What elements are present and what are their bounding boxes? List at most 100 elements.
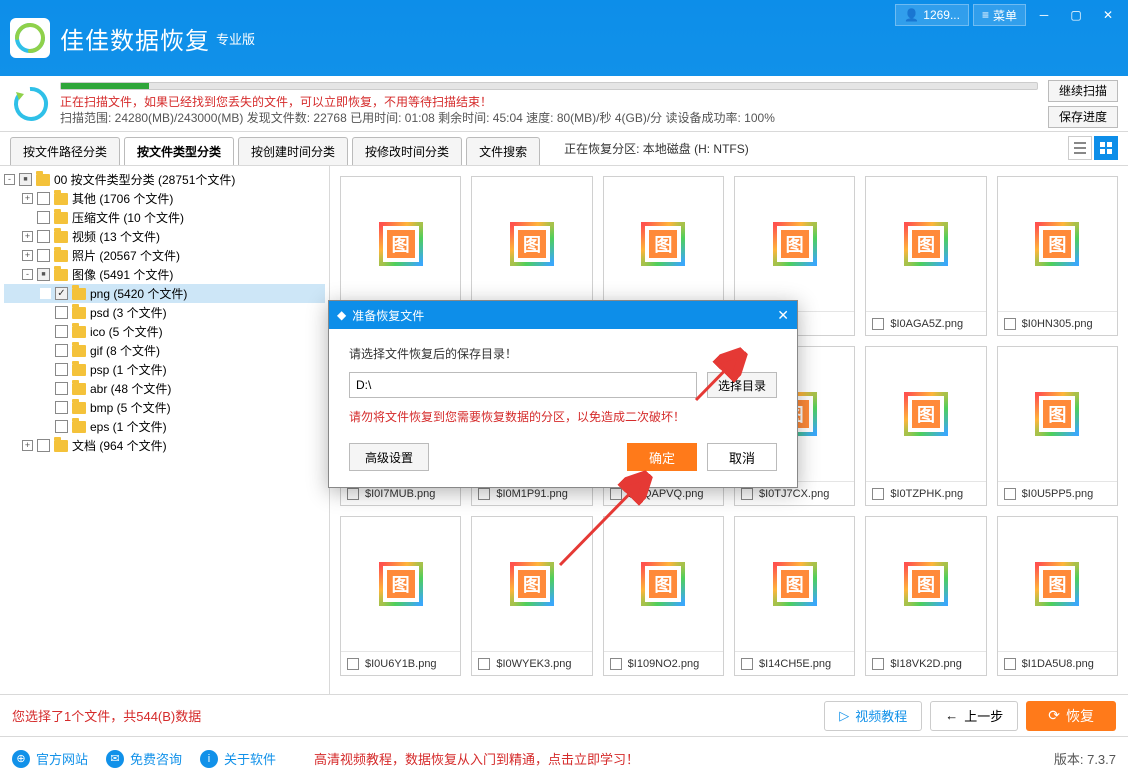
- dialog-close-button[interactable]: ✕: [777, 307, 789, 324]
- globe-icon: ⊕: [12, 750, 30, 768]
- thumbnail-item[interactable]: 图 $I0U5PP5.png: [997, 346, 1118, 506]
- minimize-button[interactable]: ─: [1030, 4, 1058, 26]
- thumbnail-checkbox[interactable]: [872, 318, 884, 330]
- thumbnail-filename: $I0M1P91.png: [496, 488, 568, 500]
- tree-item-archive[interactable]: 压缩文件 (10 个文件): [4, 208, 325, 227]
- scan-message: 正在扫描文件，如果已经找到您丢失的文件，可以立即恢复，不用等待扫描结束！: [60, 94, 1038, 110]
- thumbnail-image: 图: [998, 177, 1117, 311]
- menu-icon: ≡: [982, 8, 989, 22]
- tree-item-photo[interactable]: +照片 (20567 个文件): [4, 246, 325, 265]
- thumbnail-item[interactable]: 图 $I0WYEK3.png: [471, 516, 592, 676]
- tab-type[interactable]: 按文件类型分类: [124, 137, 234, 165]
- tree-item-image[interactable]: -图像 (5491 个文件): [4, 265, 325, 284]
- menu-button[interactable]: ≡菜单: [973, 4, 1026, 26]
- thumbnail-checkbox[interactable]: [478, 488, 490, 500]
- browse-button[interactable]: 选择目录: [707, 372, 777, 398]
- close-button[interactable]: ✕: [1094, 4, 1122, 26]
- thumbnail-item[interactable]: 图 $I1DA5U8.png: [997, 516, 1118, 676]
- tree-item-eps[interactable]: eps (1 个文件): [4, 417, 325, 436]
- tree-item-png[interactable]: png (5420 个文件): [4, 284, 325, 303]
- grid-view-button[interactable]: [1094, 136, 1118, 160]
- cancel-button[interactable]: 取消: [707, 443, 777, 471]
- thumbnail-image: 图: [341, 177, 460, 311]
- tree-item-bmp[interactable]: bmp (5 个文件): [4, 398, 325, 417]
- tab-modified[interactable]: 按修改时间分类: [352, 137, 462, 165]
- app-name: 佳佳数据恢复: [60, 21, 210, 56]
- tree-item-gif[interactable]: gif (8 个文件): [4, 341, 325, 360]
- thumbnail-checkbox[interactable]: [610, 658, 622, 670]
- tree-pane[interactable]: -00 按文件类型分类 (28751个文件) +其他 (1706 个文件) 压缩…: [0, 166, 330, 694]
- link-bar: ⊕官方网站 ✉免费咨询 i关于软件 高清视频教程，数据恢复从入门到精通，点击立即…: [0, 736, 1128, 780]
- thumbnail-filename: $I0WYEK3.png: [496, 658, 571, 670]
- maximize-button[interactable]: ▢: [1062, 4, 1090, 26]
- thumbnail-filename: $I0I7MUB.png: [365, 488, 435, 500]
- prev-step-button[interactable]: ←上一步: [930, 701, 1018, 731]
- tree-item-video[interactable]: +视频 (13 个文件): [4, 227, 325, 246]
- app-logo: [10, 18, 50, 58]
- thumbnail-item[interactable]: 图 $I0AGA5Z.png: [865, 176, 986, 336]
- thumbnail-image: 图: [604, 177, 723, 311]
- tree-item-doc[interactable]: +文档 (964 个文件): [4, 436, 325, 455]
- scan-stats: 扫描范围: 24280(MB)/243000(MB) 发现文件数: 22768 …: [60, 110, 1038, 126]
- tree-root[interactable]: -00 按文件类型分类 (28751个文件): [4, 170, 325, 189]
- video-tutorial-button[interactable]: ▷视频教程: [824, 701, 922, 731]
- thumbnail-item[interactable]: 图 $I0TZPHK.png: [865, 346, 986, 506]
- tree-item-ico[interactable]: ico (5 个文件): [4, 322, 325, 341]
- tab-search[interactable]: 文件搜索: [466, 137, 540, 165]
- ok-button[interactable]: 确定: [627, 443, 697, 471]
- thumbnail-item[interactable]: 图 $I109NO2.png: [603, 516, 724, 676]
- selection-summary: 您选择了1个文件，共544(B)数据: [12, 706, 201, 725]
- thumbnail-checkbox[interactable]: [1004, 318, 1016, 330]
- promo-text[interactable]: 高清视频教程，数据恢复从入门到精通，点击立即学习！: [314, 749, 639, 768]
- thumbnail-item[interactable]: 图 $I0U6Y1B.png: [340, 516, 461, 676]
- save-progress-button[interactable]: 保存进度: [1048, 106, 1118, 128]
- thumbnail-image: 图: [866, 347, 985, 481]
- tab-created[interactable]: 按创建时间分类: [238, 137, 348, 165]
- thumbnail-checkbox[interactable]: [478, 658, 490, 670]
- thumbnail-item[interactable]: 图 $I18VK2D.png: [865, 516, 986, 676]
- tree-item-psp[interactable]: psp (1 个文件): [4, 360, 325, 379]
- thumbnail-image: 图: [472, 177, 591, 311]
- list-view-button[interactable]: [1068, 136, 1092, 160]
- thumbnail-checkbox[interactable]: [1004, 658, 1016, 670]
- dialog-prompt: 请选择文件恢复后的保存目录！: [349, 345, 777, 362]
- save-path-input[interactable]: [349, 372, 697, 398]
- save-path-dialog: ◆ 准备恢复文件 ✕ 请选择文件恢复后的保存目录！ 选择目录 请勿将文件恢复到您…: [328, 300, 798, 488]
- tree-item-abr[interactable]: abr (48 个文件): [4, 379, 325, 398]
- thumbnail-checkbox[interactable]: [347, 658, 359, 670]
- official-site-link[interactable]: ⊕官方网站: [12, 749, 88, 768]
- about-link[interactable]: i关于软件: [200, 749, 276, 768]
- thumbnail-checkbox[interactable]: [347, 488, 359, 500]
- thumbnail-item[interactable]: 图 $I0HN305.png: [997, 176, 1118, 336]
- thumbnail-checkbox[interactable]: [872, 658, 884, 670]
- user-button[interactable]: 👤1269...: [895, 4, 969, 26]
- progress-panel: 正在扫描文件，如果已经找到您丢失的文件，可以立即恢复，不用等待扫描结束！ 扫描范…: [0, 76, 1128, 132]
- user-icon: 👤: [904, 8, 919, 22]
- thumbnail-filename: $I0AGA5Z.png: [890, 318, 963, 330]
- free-consult-link[interactable]: ✉免费咨询: [106, 749, 182, 768]
- thumbnail-filename: $I18VK2D.png: [890, 658, 962, 670]
- thumbnail-checkbox[interactable]: [741, 658, 753, 670]
- title-bar: 佳佳数据恢复 专业版 👤1269... ≡菜单 ─ ▢ ✕: [0, 0, 1128, 76]
- thumbnail-filename: $I14CH5E.png: [759, 658, 831, 670]
- play-icon: ▷: [839, 708, 849, 724]
- thumbnail-checkbox[interactable]: [1004, 488, 1016, 500]
- thumbnail-checkbox[interactable]: [741, 488, 753, 500]
- continue-scan-button[interactable]: 继续扫描: [1048, 80, 1118, 102]
- recover-button[interactable]: ⟳恢复: [1026, 701, 1116, 731]
- scan-icon: [10, 84, 50, 124]
- thumbnail-filename: $I0HN305.png: [1022, 318, 1093, 330]
- refresh-icon: ⟳: [1048, 707, 1060, 724]
- thumbnail-filename: $I0TZPHK.png: [890, 488, 963, 500]
- tab-path[interactable]: 按文件路径分类: [10, 137, 120, 165]
- thumbnail-image: 图: [735, 177, 854, 311]
- thumbnail-checkbox[interactable]: [872, 488, 884, 500]
- tree-item-psd[interactable]: psd (3 个文件): [4, 303, 325, 322]
- dialog-warning: 请勿将文件恢复到您需要恢复数据的分区，以免造成二次破坏！: [349, 408, 777, 425]
- tree-item-other[interactable]: +其他 (1706 个文件): [4, 189, 325, 208]
- advanced-settings-button[interactable]: 高级设置: [349, 443, 429, 471]
- thumbnail-checkbox[interactable]: [610, 488, 622, 500]
- thumbnail-item[interactable]: 图 $I14CH5E.png: [734, 516, 855, 676]
- thumbnail-image: 图: [998, 347, 1117, 481]
- tabs-row: 按文件路径分类 按文件类型分类 按创建时间分类 按修改时间分类 文件搜索 正在恢…: [0, 132, 1128, 166]
